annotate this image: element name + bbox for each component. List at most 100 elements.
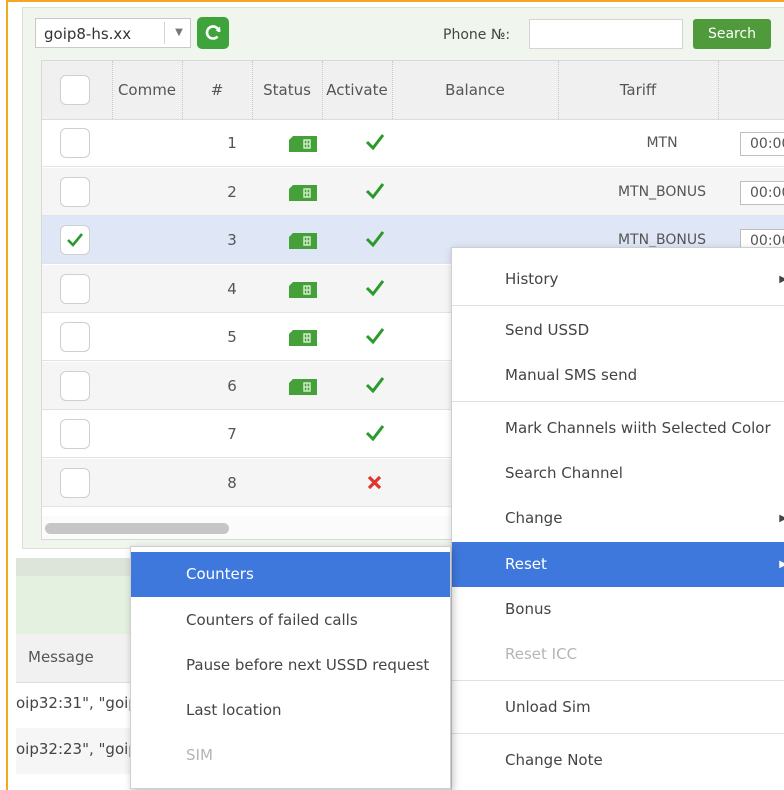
menu-item-label: SIM	[186, 746, 213, 764]
scrollbar-thumb[interactable]	[45, 523, 229, 534]
search-button[interactable]: Search	[693, 19, 771, 49]
sim-card-icon	[289, 281, 317, 298]
refresh-icon	[205, 25, 221, 40]
checkmark-icon	[67, 233, 84, 247]
menu-item-label: Manual SMS send	[505, 366, 638, 384]
channel-number: 7	[227, 425, 237, 443]
gateway-select[interactable]: goip8-hs.xx ▼	[35, 18, 191, 48]
select-all-checkbox[interactable]	[60, 75, 90, 105]
menu-item-counters-of-failed-calls[interactable]: Counters of failed calls	[131, 598, 450, 643]
channel-number: 5	[227, 328, 237, 346]
menu-item-change[interactable]: Change ▶	[452, 496, 784, 541]
sim-card-icon	[289, 136, 317, 152]
menu-item-reset[interactable]: Reset ▶	[452, 542, 784, 587]
row-checkbox[interactable]	[60, 273, 90, 304]
column-header-number[interactable]: #	[182, 61, 253, 119]
menu-divider	[452, 305, 784, 306]
refresh-button[interactable]	[197, 17, 229, 49]
menu-item-label: Unload Sim	[505, 698, 591, 716]
phone-label: Phone №:	[443, 27, 511, 43]
menu-item-label: History	[505, 270, 559, 288]
row-checkbox[interactable]	[60, 467, 90, 498]
submenu-arrow-icon: ▶	[779, 257, 784, 302]
row-checkbox[interactable]	[60, 225, 90, 255]
menu-item-label: Counters	[186, 565, 254, 583]
row-checkbox[interactable]	[60, 176, 90, 207]
channel-number: 1	[227, 134, 237, 152]
menu-item-label: Send USSD	[505, 321, 590, 339]
sim-card-icon	[289, 330, 317, 346]
menu-item-history[interactable]: History ▶	[452, 257, 784, 302]
time-field[interactable]: 00:00	[740, 180, 784, 205]
sim-card-icon	[289, 184, 317, 201]
channel-number: 2	[227, 182, 237, 201]
tariff-cell: MTN	[646, 135, 678, 151]
menu-item-label: Pause before next USSD request	[186, 656, 430, 674]
chevron-down-icon[interactable]: ▼	[170, 23, 188, 43]
menu-item-label: Reset ICC	[505, 645, 578, 663]
menu-item-send-ussd[interactable]: Send USSD	[452, 308, 784, 353]
time-field[interactable]: 00:00	[740, 132, 784, 156]
menu-item-pause-before-next-ussd-request[interactable]: Pause before next USSD request	[131, 643, 450, 688]
menu-item-counters[interactable]: Counters	[131, 552, 450, 597]
menu-item-search-channel[interactable]: Search Channel	[452, 451, 784, 496]
channel-number: 8	[227, 473, 237, 492]
message-text: oip32:31", "goip3	[16, 694, 148, 712]
menu-item-label: Change Note	[505, 751, 603, 769]
check-icon	[362, 420, 388, 446]
check-icon	[362, 275, 388, 301]
menu-item-mark-channels-wiith-selected-color[interactable]: Mark Channels wiith Selected Color	[452, 406, 784, 451]
app-frame: goip8-hs.xx ▼ Phone №: Search Comme # St…	[6, 0, 784, 790]
reset-submenu: Counters Counters of failed calls Pause be…	[130, 546, 451, 789]
check-icon	[362, 226, 388, 252]
submenu-arrow-icon: ▶	[779, 496, 784, 541]
row-checkbox[interactable]	[60, 370, 90, 401]
menu-item-label: Mark Channels wiith Selected Color	[505, 419, 771, 437]
context-menu: History ▶ Send USSD Manual SMS send Mark Cha…	[451, 247, 784, 790]
menu-item-unload-sim[interactable]: Unload Sim	[452, 685, 784, 730]
column-header-next[interactable]: I	[718, 61, 784, 119]
message-text: oip32:23", "goip3	[16, 740, 148, 758]
toolbar: goip8-hs.xx ▼ Phone №: Search	[23, 8, 784, 52]
check-icon	[362, 372, 388, 398]
menu-item-change-note[interactable]: Change Note	[452, 738, 784, 783]
gateway-select-value: goip8-hs.xx	[44, 25, 132, 43]
column-header-message[interactable]: Message	[28, 648, 94, 666]
phone-input[interactable]	[529, 19, 683, 49]
menu-item-last-location[interactable]: Last location	[131, 688, 450, 733]
menu-item-label: Counters of failed calls	[186, 611, 358, 629]
menu-item-sim: SIM	[131, 733, 450, 778]
column-header-activate[interactable]: Activate	[322, 61, 393, 119]
menu-item-label: Bonus	[505, 600, 552, 618]
table-row[interactable]: 1 MTN 00:00	[42, 119, 784, 167]
menu-item-label: Change	[505, 509, 563, 527]
row-checkbox[interactable]	[60, 419, 90, 449]
menu-item-label: Search Channel	[505, 464, 623, 482]
row-checkbox[interactable]	[60, 128, 90, 158]
cross-icon	[362, 469, 388, 495]
menu-item-bonus[interactable]: Bonus	[452, 587, 784, 632]
column-header-tariff[interactable]: Tariff	[558, 61, 719, 119]
menu-divider	[452, 401, 784, 402]
column-header-status[interactable]: Status	[252, 61, 323, 119]
menu-item-reset-icc: Reset ICC	[452, 632, 784, 677]
row-checkbox[interactable]	[60, 322, 90, 352]
sim-card-icon	[289, 378, 317, 395]
column-header-balance[interactable]: Balance	[392, 61, 559, 119]
select-divider	[164, 22, 165, 44]
menu-item-manual-sms-send[interactable]: Manual SMS send	[452, 353, 784, 398]
channel-number: 3	[227, 231, 237, 249]
table-row[interactable]: 2 MTN_BONUS 00:00	[42, 167, 784, 216]
menu-divider	[452, 680, 784, 681]
menu-item-label: Reset	[505, 555, 547, 573]
menu-item-label: Last location	[186, 701, 282, 719]
column-header-comment[interactable]: Comme	[112, 61, 183, 119]
column-header-select[interactable]	[42, 61, 113, 119]
tariff-cell: MTN_BONUS	[617, 183, 707, 200]
submenu-arrow-icon: ▶	[779, 542, 784, 587]
check-icon	[362, 323, 388, 349]
channel-number: 6	[227, 376, 237, 395]
menu-divider	[452, 733, 784, 734]
check-icon	[362, 129, 388, 155]
channel-number: 4	[227, 279, 237, 298]
